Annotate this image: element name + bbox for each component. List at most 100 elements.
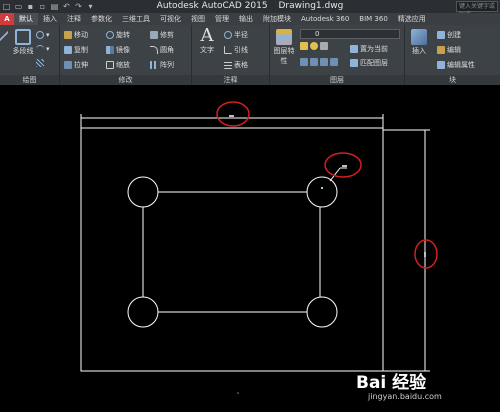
tab-manage[interactable]: 管理 <box>210 13 234 25</box>
drawing-canvas[interactable] <box>0 86 500 412</box>
radius-label: 半径 <box>234 31 248 39</box>
circle-tool[interactable]: ▾ <box>36 31 50 39</box>
tab-view[interactable]: 视图 <box>186 13 210 25</box>
trim-icon <box>150 31 158 39</box>
radius-icon <box>224 31 232 39</box>
window-title: Autodesk AutoCAD 2015 Drawing1.dwg <box>0 1 500 11</box>
insert-block-tool[interactable]: 插入 <box>409 29 429 56</box>
layer-freeze-icon[interactable] <box>320 58 328 66</box>
ribbon: 多段线 ▾ ▾ 绘图 移动 旋转 修剪 复制 镜像 圆角 拉伸 缩放 阵列 修改… <box>0 25 500 85</box>
tab-parametric[interactable]: 参数化 <box>86 13 117 25</box>
match-layer-label: 匹配图层 <box>360 59 388 67</box>
canvas-point <box>237 392 239 394</box>
tab-output[interactable]: 输出 <box>234 13 258 25</box>
edit-block-tool[interactable]: 编辑 <box>437 45 461 55</box>
hole-circle-bottom-left[interactable] <box>127 296 159 328</box>
line-icon <box>0 29 8 45</box>
radius-dimension[interactable] <box>329 165 347 182</box>
annotation-panel-label: 注释 <box>192 75 269 85</box>
tab-visualize[interactable]: 可视化 <box>155 13 186 25</box>
dropdown-arrow-icon: ▾ <box>46 31 50 39</box>
stretch-tool[interactable]: 拉伸 <box>64 60 88 70</box>
inner-rectangle[interactable] <box>142 191 321 313</box>
tab-3d-tools[interactable]: 三维工具 <box>117 13 155 25</box>
tab-autodesk-360[interactable]: Autodesk 360 <box>296 13 354 25</box>
mirror-tool[interactable]: 镜像 <box>106 45 130 55</box>
copy-tool[interactable]: 复制 <box>64 45 88 55</box>
modify-panel-label: 修改 <box>60 75 191 85</box>
table-icon <box>224 61 232 69</box>
layer-dropdown[interactable]: 0 <box>300 29 400 39</box>
scale-tool[interactable]: 缩放 <box>106 60 130 70</box>
annotation-ellipse-radius <box>324 152 362 178</box>
tab-featured-apps[interactable]: 精选应用 <box>393 13 431 25</box>
fillet-label: 圆角 <box>160 46 174 54</box>
copy-label: 复制 <box>74 46 88 54</box>
search-input[interactable]: 键入关键字或短语 <box>456 1 498 19</box>
create-block-tool[interactable]: 创建 <box>437 30 461 40</box>
fillet-icon <box>150 46 158 54</box>
text-icon: A <box>200 25 214 46</box>
vertical-dimension[interactable] <box>383 129 430 372</box>
layer-isolate-icon[interactable] <box>310 58 318 66</box>
copy-icon <box>64 46 72 54</box>
title-bar: □ ▭ ▪ ▫ ▤ ↶ ↷ ▾ Autodesk AutoCAD 2015 Dr… <box>0 0 500 19</box>
make-current-tool[interactable]: 置为当前 <box>350 44 388 54</box>
hole-circle-top-left[interactable] <box>127 176 159 208</box>
sun-icon[interactable] <box>310 42 318 50</box>
match-layer-tool[interactable]: 匹配图层 <box>350 58 388 68</box>
hole-circle-bottom-right[interactable] <box>306 296 338 328</box>
circle-center-mark <box>321 187 323 189</box>
layer-lock-icon[interactable] <box>330 58 338 66</box>
text-tool[interactable]: A 文字 <box>196 25 218 55</box>
trim-tool[interactable]: 修剪 <box>150 30 174 40</box>
edit-attributes-tool[interactable]: 编辑属性 <box>437 60 475 70</box>
layer-state-icons <box>300 42 328 50</box>
ribbon-tabs: A 默认 插入 注释 参数化 三维工具 可视化 视图 管理 输出 附加模块 Au… <box>0 13 500 25</box>
polyline-tool[interactable]: 多段线 <box>12 29 34 56</box>
drawing-geometry <box>80 101 438 394</box>
hole-circle-top-right[interactable] <box>306 176 338 208</box>
table-tool[interactable]: 表格 <box>224 60 248 70</box>
circle-icon <box>36 31 44 39</box>
array-tool[interactable]: 阵列 <box>150 60 174 70</box>
mirror-icon <box>106 46 114 54</box>
hatch-tool[interactable] <box>36 59 44 67</box>
make-current-icon <box>350 45 358 53</box>
annotation-ellipse-horizontal <box>216 101 250 127</box>
scale-label: 缩放 <box>116 61 130 69</box>
create-block-label: 创建 <box>447 31 461 39</box>
app-name: Autodesk AutoCAD 2015 <box>156 1 268 11</box>
scale-icon <box>106 61 114 69</box>
lock-icon[interactable] <box>320 42 328 50</box>
radius-dim-tool[interactable]: 半径 <box>224 30 248 40</box>
outer-rectangle[interactable] <box>80 127 384 372</box>
application-button[interactable]: A <box>0 13 14 25</box>
rotate-label: 旋转 <box>116 31 130 39</box>
current-layer-value: 0 <box>315 30 320 38</box>
layer-off-icon[interactable] <box>300 58 308 66</box>
arc-tool[interactable]: ▾ <box>36 45 50 53</box>
tab-bim-360[interactable]: BIM 360 <box>354 13 393 25</box>
text-label: 文字 <box>200 46 214 54</box>
table-label: 表格 <box>234 61 248 69</box>
polyline-label: 多段线 <box>12 47 34 55</box>
baidu-jingyan-logo: Bai 经验 <box>356 373 427 393</box>
leader-tool[interactable]: 引线 <box>224 45 248 55</box>
layer-tools-row <box>300 58 338 66</box>
lightbulb-icon[interactable] <box>300 42 308 50</box>
file-name: Drawing1.dwg <box>278 1 344 11</box>
rotate-tool[interactable]: 旋转 <box>106 30 130 40</box>
tab-annotate[interactable]: 注释 <box>62 13 86 25</box>
rotate-icon <box>106 31 114 39</box>
tab-addins[interactable]: 附加模块 <box>258 13 296 25</box>
layer-properties-tool[interactable]: 图层特性 <box>272 29 296 66</box>
fillet-tool[interactable]: 圆角 <box>150 45 174 55</box>
tab-insert[interactable]: 插入 <box>38 13 62 25</box>
move-tool[interactable]: 移动 <box>64 30 88 40</box>
tab-home[interactable]: 默认 <box>14 13 38 25</box>
line-tool[interactable] <box>0 29 10 46</box>
create-block-icon <box>437 31 445 39</box>
layer-properties-icon <box>276 29 292 45</box>
stretch-label: 拉伸 <box>74 61 88 69</box>
